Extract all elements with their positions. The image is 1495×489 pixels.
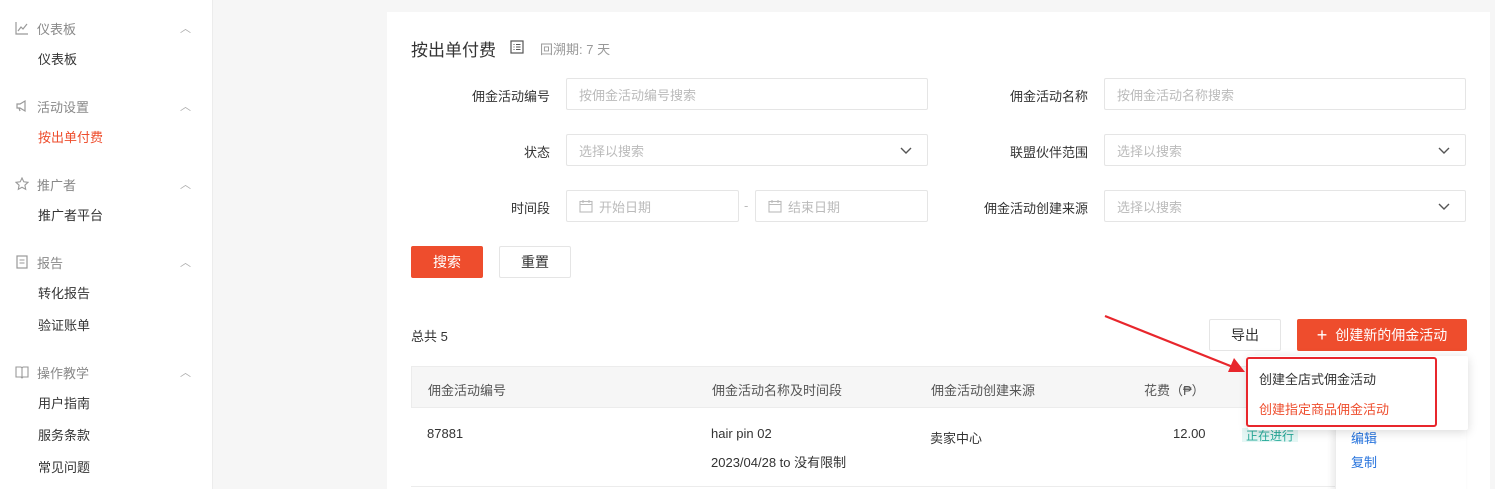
sidebar-item-conversion-report[interactable]: 转化报告 bbox=[0, 278, 213, 310]
partner-scope-label: 联盟伙伴范围 bbox=[1009, 145, 1088, 160]
sidebar-item-dashboard[interactable]: 仪表板 bbox=[0, 44, 213, 76]
reset-button[interactable]: 重置 bbox=[499, 246, 571, 278]
chart-line-icon bbox=[15, 21, 29, 35]
status-label: 状态 bbox=[523, 145, 550, 160]
sidebar-group-header[interactable]: 推广者 ︿ bbox=[0, 168, 213, 200]
column-header-id: 佣金活动编号 bbox=[428, 383, 507, 398]
sidebar-group-tutorials: 操作教学 ︿ 用户指南 服务条款 常见问题 bbox=[0, 356, 213, 484]
campaign-name-label: 佣金活动名称 bbox=[1009, 89, 1088, 104]
sidebar-item-verified-bills[interactable]: 验证账单 bbox=[0, 310, 213, 342]
campaign-id-label: 佣金活动编号 bbox=[471, 89, 550, 104]
cell-campaign-id: 87881 bbox=[427, 426, 464, 441]
page-title: 按出单付费 bbox=[411, 41, 496, 60]
status-placeholder: 选择以搜索 bbox=[579, 143, 645, 159]
campaign-name-placeholder: 按佣金活动名称搜索 bbox=[1117, 87, 1235, 103]
chevron-down-icon bbox=[1438, 147, 1450, 154]
chevron-up-icon: ︿ bbox=[180, 367, 191, 379]
create-campaign-label: 创建新的佣金活动 bbox=[1335, 327, 1448, 343]
cell-campaign-period: 2023/04/28 to 没有限制 bbox=[711, 455, 847, 470]
sidebar-item-pay-per-order[interactable]: 按出单付费 bbox=[0, 122, 213, 154]
chevron-up-icon: ︿ bbox=[180, 101, 191, 113]
campaign-id-placeholder: 按佣金活动编号搜索 bbox=[579, 87, 697, 103]
search-button[interactable]: 搜索 bbox=[411, 246, 483, 278]
sidebar-group-header[interactable]: 仪表板 ︿ bbox=[0, 12, 213, 44]
list-icon[interactable] bbox=[510, 40, 524, 54]
source-placeholder: 选择以搜索 bbox=[1117, 199, 1183, 215]
sidebar-group-title: 报告 bbox=[37, 255, 64, 271]
sidebar-group-reports: 报告 ︿ 转化报告 验证账单 bbox=[0, 246, 213, 342]
partner-scope-placeholder: 选择以搜索 bbox=[1117, 143, 1183, 159]
edit-link[interactable]: 编辑 bbox=[1351, 428, 1377, 447]
start-date-input[interactable]: 开始日期 bbox=[566, 190, 739, 222]
sidebar-group-header[interactable]: 报告 ︿ bbox=[0, 246, 213, 278]
total-count: 总共 5 bbox=[411, 329, 448, 344]
sidebar-group-title: 活动设置 bbox=[37, 99, 90, 115]
plus-icon: + bbox=[1316, 325, 1328, 345]
sidebar-group-dashboard: 仪表板 ︿ 仪表板 bbox=[0, 12, 213, 76]
report-icon bbox=[15, 255, 29, 269]
start-date-placeholder: 开始日期 bbox=[599, 199, 652, 215]
status-select[interactable]: 选择以搜索 bbox=[566, 134, 928, 166]
sidebar-group-title: 操作教学 bbox=[37, 365, 90, 381]
cell-source: 卖家中心 bbox=[930, 431, 983, 446]
sidebar-group-campaign-settings: 活动设置 ︿ 按出单付费 bbox=[0, 90, 213, 154]
star-icon bbox=[15, 177, 29, 191]
row-divider bbox=[411, 486, 1466, 487]
sidebar-group-header[interactable]: 活动设置 ︿ bbox=[0, 90, 213, 122]
sidebar-group-affiliates: 推广者 ︿ 推广者平台 bbox=[0, 168, 213, 232]
period-label: 时间段 bbox=[510, 201, 550, 216]
sidebar-group-header[interactable]: 操作教学 ︿ bbox=[0, 356, 213, 388]
end-date-placeholder: 结束日期 bbox=[788, 199, 841, 215]
sidebar-group-title: 推广者 bbox=[37, 177, 77, 193]
column-header-name: 佣金活动名称及时间段 bbox=[712, 383, 843, 398]
copy-link[interactable]: 复制 bbox=[1351, 452, 1377, 471]
create-campaign-button[interactable]: + 创建新的佣金活动 bbox=[1297, 319, 1467, 351]
book-icon bbox=[15, 365, 29, 379]
chevron-up-icon: ︿ bbox=[180, 179, 191, 191]
status-badge: 正在进行 bbox=[1242, 428, 1299, 442]
chevron-up-icon: ︿ bbox=[180, 23, 191, 35]
annotation-highlight-box bbox=[1246, 357, 1437, 427]
chevron-up-icon: ︿ bbox=[180, 257, 191, 269]
sidebar-group-title: 仪表板 bbox=[37, 21, 77, 37]
sidebar-item-user-guide[interactable]: 用户指南 bbox=[0, 388, 213, 420]
column-header-source: 佣金活动创建来源 bbox=[931, 383, 1036, 398]
end-date-input[interactable]: 结束日期 bbox=[755, 190, 928, 222]
annotation-arrow-icon bbox=[1104, 314, 1245, 372]
calendar-icon bbox=[768, 200, 782, 213]
megaphone-icon bbox=[15, 99, 29, 113]
campaign-id-input[interactable]: 按佣金活动编号搜索 bbox=[566, 78, 928, 110]
column-header-cost: 花费（₱） bbox=[1144, 383, 1205, 398]
sidebar-item-affiliate-platform[interactable]: 推广者平台 bbox=[0, 200, 213, 232]
sidebar-item-faq[interactable]: 常见问题 bbox=[0, 452, 213, 484]
cell-cost: 12.00 bbox=[1173, 426, 1206, 441]
sidebar: 仪表板 ︿ 仪表板 活动设置 ︿ 按出单付费 推广者 ︿ 推广者平台 报告 ︿ … bbox=[0, 0, 213, 489]
date-separator: - bbox=[744, 198, 749, 213]
partner-scope-select[interactable]: 选择以搜索 bbox=[1104, 134, 1466, 166]
sidebar-item-terms[interactable]: 服务条款 bbox=[0, 420, 213, 452]
chevron-down-icon bbox=[1438, 203, 1450, 210]
lookback-period: 回溯期: 7 天 bbox=[540, 42, 611, 57]
cell-campaign-name: hair pin 02 bbox=[711, 426, 772, 441]
chevron-down-icon bbox=[900, 147, 912, 154]
source-select[interactable]: 选择以搜索 bbox=[1104, 190, 1466, 222]
calendar-icon bbox=[579, 200, 593, 213]
source-label: 佣金活动创建来源 bbox=[983, 201, 1088, 216]
campaign-name-input[interactable]: 按佣金活动名称搜索 bbox=[1104, 78, 1466, 110]
